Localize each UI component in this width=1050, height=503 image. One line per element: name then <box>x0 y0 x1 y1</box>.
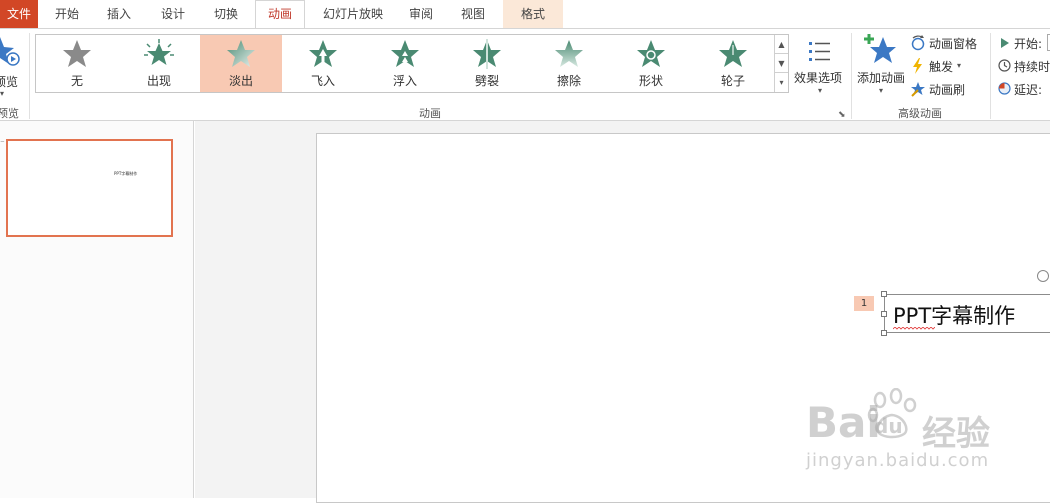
effect-options-button[interactable]: 效果选项 ▾ <box>793 37 847 99</box>
add-animation-dropdown-arrow: ▾ <box>879 86 884 95</box>
group-separator <box>29 33 30 119</box>
timing-start[interactable]: 开始: <box>997 34 1050 52</box>
trigger-button[interactable]: 触发 ▾ <box>910 57 980 75</box>
trigger-label: 触发 <box>929 60 954 74</box>
tab-file[interactable]: 文件 <box>0 0 38 28</box>
tab-transitions[interactable]: 切换 <box>202 0 250 28</box>
rotate-handle-icon[interactable] <box>1037 270 1049 282</box>
effect-options-label: 效果选项 <box>794 71 843 85</box>
effect-options-icon <box>809 42 830 61</box>
animation-painter-button[interactable]: 动画刷 <box>910 80 988 98</box>
dialog-launcher-icon[interactable]: ⬊ <box>838 110 846 120</box>
ribbon-animations: 预览 ▾ 预览 无 出现 淡出 飞入 浮入 劈裂 擦除 形状 轮子 ▲ ▼ ▾ … <box>0 28 1050 121</box>
gallery-scroll-up-button[interactable]: ▲ <box>775 35 788 54</box>
slide-textbox[interactable]: PPT字幕制作 <box>884 294 1050 333</box>
animation-painter-icon <box>911 82 925 97</box>
tab-design[interactable]: 设计 <box>148 0 198 28</box>
delay-icon <box>998 82 1011 95</box>
animation-gallery: 无 出现 淡出 飞入 浮入 劈裂 擦除 形状 轮子 ▲ ▼ ▾ <box>35 34 789 93</box>
textbox-text: PPT字幕制作 <box>893 304 1016 328</box>
slide-thumbnail-text: PPT字幕制作 <box>114 171 138 176</box>
lightning-icon <box>913 58 922 74</box>
thumbnail-marker: ⁻ <box>0 139 5 149</box>
tab-slideshow[interactable]: 幻灯片放映 <box>311 0 395 28</box>
effect-shape[interactable]: 形状 <box>610 35 692 92</box>
preview-label: 预览 <box>0 75 19 89</box>
group-separator <box>851 33 852 119</box>
animation-painter-label: 动画刷 <box>929 83 966 97</box>
slide-canvas[interactable]: 1 PPT字幕制作 <box>316 133 1050 503</box>
add-animation-label: 添加动画 <box>857 71 906 85</box>
effect-label: 浮入 <box>392 74 417 88</box>
effect-label: 飞入 <box>310 74 335 88</box>
tab-animations[interactable]: 动画 <box>255 0 305 28</box>
effect-appear[interactable]: 出现 <box>118 35 200 92</box>
timing-start-label: 开始: <box>1014 37 1043 51</box>
star-fly-in-icon <box>309 40 337 67</box>
star-split-icon <box>473 39 501 69</box>
effect-label: 出现 <box>146 74 171 88</box>
resize-handle[interactable] <box>881 311 887 317</box>
slide-thumbnail[interactable]: PPT字幕制作 <box>6 139 173 237</box>
play-triangle-icon <box>1001 38 1009 48</box>
effect-label: 擦除 <box>556 74 581 88</box>
gallery-scroll-down-button[interactable]: ▼ <box>775 54 788 73</box>
preview-button[interactable]: 预览 ▾ <box>0 35 24 98</box>
star-float-in-icon <box>391 40 419 67</box>
ribbon-tab-bar: 文件 开始 插入 设计 切换 动画 幻灯片放映 审阅 视图 格式 <box>0 0 1050 28</box>
advanced-animation-group-label: 高级动画 <box>898 107 942 120</box>
effect-wheel[interactable]: 轮子 <box>692 35 774 92</box>
tab-insert[interactable]: 插入 <box>96 0 142 28</box>
effect-label: 劈裂 <box>474 74 499 88</box>
tab-review[interactable]: 审阅 <box>398 0 444 28</box>
effect-none[interactable]: 无 <box>36 35 118 92</box>
preview-star-icon <box>0 37 20 66</box>
resize-handle[interactable] <box>881 291 887 297</box>
effect-label: 淡出 <box>228 74 253 88</box>
group-separator <box>990 33 991 119</box>
gallery-more-button[interactable]: ▾ <box>775 73 788 92</box>
add-animation-star-icon <box>864 34 896 63</box>
timing-duration-label: 持续时 <box>1014 60 1050 74</box>
gallery-scroll: ▲ ▼ ▾ <box>774 35 788 92</box>
effect-label: 轮子 <box>720 74 745 88</box>
effect-wipe[interactable]: 擦除 <box>528 35 610 92</box>
effect-fly-in[interactable]: 飞入 <box>282 35 364 92</box>
slide-workspace: 1 PPT字幕制作 <box>195 121 1050 503</box>
star-wheel-icon <box>719 40 747 67</box>
preview-group-label: 预览 <box>0 107 19 120</box>
tab-home[interactable]: 开始 <box>44 0 90 28</box>
effect-split[interactable]: 劈裂 <box>446 35 528 92</box>
add-animation-button[interactable]: 添加动画 ▾ <box>855 33 909 99</box>
star-fade-icon <box>227 40 255 67</box>
effect-label: 形状 <box>638 74 663 88</box>
timing-delay-label: 延迟: <box>1014 83 1043 97</box>
slide-thumbnail-pane: ⁻ PPT字幕制作 <box>0 121 194 498</box>
effect-float-in[interactable]: 浮入 <box>364 35 446 92</box>
clock-icon <box>998 59 1011 72</box>
animation-order-badge[interactable]: 1 <box>854 296 874 311</box>
star-burst-icon <box>144 39 174 65</box>
effect-options-dropdown-arrow: ▾ <box>818 86 823 95</box>
spellcheck-underline <box>893 327 935 330</box>
tab-view[interactable]: 视图 <box>448 0 498 28</box>
timing-delay[interactable]: 延迟: <box>997 80 1050 98</box>
effect-fade[interactable]: 淡出 <box>200 35 282 92</box>
resize-handle[interactable] <box>881 330 887 336</box>
animation-group-label: 动画 <box>419 107 441 120</box>
tab-format[interactable]: 格式 <box>503 0 563 28</box>
animation-pane-button[interactable]: 动画窗格 <box>910 34 988 52</box>
animation-pane-label: 动画窗格 <box>929 37 978 51</box>
preview-dropdown-arrow: ▾ <box>0 89 5 98</box>
timing-duration[interactable]: 持续时 <box>997 57 1050 75</box>
star-icon <box>63 40 91 67</box>
star-wipe-icon <box>555 40 583 67</box>
trigger-dropdown-arrow: ▾ <box>957 61 962 70</box>
effect-label: 无 <box>70 74 83 88</box>
star-shape-icon <box>637 40 665 67</box>
animation-pane-icon <box>911 35 925 51</box>
